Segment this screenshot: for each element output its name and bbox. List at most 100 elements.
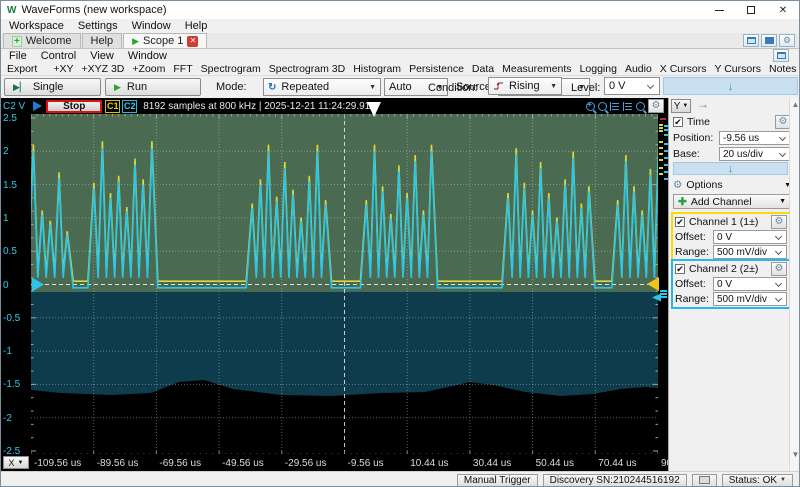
channel2-settings-button[interactable]: ⚙: [771, 262, 787, 276]
zoom-select-icon[interactable]: [598, 102, 607, 111]
undock-window-button[interactable]: [773, 49, 789, 62]
close-button[interactable]: ✕: [767, 1, 799, 19]
cascade-windows-button[interactable]: [743, 34, 759, 47]
channel1-range-input[interactable]: 500 mV/div: [713, 245, 787, 259]
plot-settings-button[interactable]: ⚙: [648, 99, 664, 113]
dropdown-caret-icon: ▼: [779, 198, 786, 205]
strip-mark-red: [660, 118, 666, 120]
scroll-down-icon[interactable]: ▼: [790, 450, 800, 459]
menu-item-help[interactable]: Help: [185, 20, 208, 32]
view-menu-item-notes[interactable]: Notes: [769, 63, 796, 75]
channel2-range-input[interactable]: 500 mV/div: [713, 292, 787, 306]
down-arrow-icon: ↓: [728, 164, 734, 174]
oscilloscope-plot[interactable]: [1, 114, 668, 456]
chevron-down-icon: [775, 279, 782, 286]
device-icon: [699, 476, 710, 484]
channel1-group: ✔ Channel 1 (1±) ⚙ Offset: 0 V Range: 50…: [671, 212, 791, 262]
y-axis-tick-label: 2: [3, 146, 9, 157]
x-axis-tick-label: -89.56 us: [97, 458, 139, 469]
range-value: 500 mV/div: [717, 294, 767, 305]
position-value: -9.56 us: [723, 133, 759, 144]
view-menu-item-x-cursors[interactable]: X Cursors: [660, 63, 707, 75]
device-button[interactable]: Discovery SN:210244516192: [543, 474, 687, 487]
scope-menu-item-view[interactable]: View: [90, 50, 114, 62]
view-menu-item-spectrogram-3d[interactable]: Spectrogram 3D: [269, 63, 345, 75]
base-label: Base:: [673, 148, 719, 160]
menu-item-workspace[interactable]: Workspace: [9, 20, 64, 32]
options-header[interactable]: ⚙ Options ▼: [673, 179, 791, 191]
tab-close-icon[interactable]: ✕: [187, 36, 198, 47]
panel-scrollbar[interactable]: ▲ ▼: [789, 98, 800, 471]
run-button[interactable]: ▶ Run: [105, 78, 201, 96]
y-axis-menu-button[interactable]: Y ▼: [671, 99, 691, 113]
view-menu-item-spectrogram[interactable]: Spectrogram: [201, 63, 261, 75]
level-input[interactable]: 0 V: [604, 77, 660, 95]
scope-menu-item-window[interactable]: Window: [128, 50, 167, 62]
view-menu-item-histogram[interactable]: Histogram: [353, 63, 401, 75]
tile-windows-button[interactable]: [761, 34, 777, 47]
channel2-offset-input[interactable]: 0 V: [713, 277, 787, 291]
channel1-offset-input[interactable]: 0 V: [713, 230, 787, 244]
maximize-icon: [747, 6, 755, 14]
channel1-badge[interactable]: C1: [105, 100, 120, 113]
view-menu-item--zoom[interactable]: +Zoom: [132, 63, 165, 75]
view-menu-item--xy[interactable]: +XY: [53, 63, 73, 75]
channel2-badge[interactable]: C2: [122, 100, 137, 113]
view-menu-item-export[interactable]: Export: [7, 63, 37, 75]
gear-icon: ⚙: [673, 179, 682, 191]
zoom-in-icon[interactable]: +: [586, 102, 595, 111]
time-position-strip[interactable]: ↓: [673, 162, 788, 175]
maximize-button[interactable]: [735, 1, 767, 19]
menu-item-window[interactable]: Window: [132, 20, 171, 32]
tab-help[interactable]: Help: [82, 33, 123, 48]
channel1-checkbox[interactable]: ✔: [675, 217, 685, 227]
add-channel-button[interactable]: ✚ Add Channel ▼: [673, 194, 791, 209]
scroll-up-icon[interactable]: ▲: [790, 100, 800, 109]
stop-button[interactable]: Stop: [46, 100, 102, 113]
scope-menu-item-control[interactable]: Control: [41, 50, 76, 62]
view-menu-item-measurements[interactable]: Measurements: [502, 63, 571, 75]
mode-select[interactable]: ↻ Repeated ▼: [263, 78, 381, 96]
view-menu-item-y-cursors[interactable]: Y Cursors: [714, 63, 761, 75]
condition-select[interactable]: Rising ▼: [488, 77, 562, 95]
x-axis-menu-button[interactable]: X ▼: [3, 456, 29, 469]
repeat-icon: ↻: [268, 82, 276, 93]
minimize-button[interactable]: [703, 1, 735, 19]
chevron-down-icon: [775, 294, 782, 301]
scope-menubar: File Control View Window: [1, 49, 799, 62]
channel2-checkbox[interactable]: ✔: [675, 264, 685, 274]
collapse-panel-arrow-icon[interactable]: →: [697, 99, 709, 109]
menu-item-settings[interactable]: Settings: [78, 20, 118, 32]
view-menu-item--xyz-3d[interactable]: +XYZ 3D: [82, 63, 125, 75]
fit-height-icon[interactable]: [610, 102, 620, 111]
workspace-settings-button[interactable]: ⚙: [779, 34, 795, 47]
trigger-position-marker[interactable]: [367, 102, 381, 117]
acquisition-info: 8192 samples at 800 kHz | 2025-12-21 11:…: [143, 101, 376, 112]
tab-welcome[interactable]: +Welcome: [3, 33, 81, 48]
position-input[interactable]: -9.56 us: [719, 131, 791, 145]
trigger-position-strip[interactable]: ↓: [663, 77, 798, 95]
view-menu-item-fft[interactable]: FFT: [173, 63, 192, 75]
window-title: WaveForms (new workspace): [21, 4, 166, 16]
device-display-button[interactable]: [692, 474, 717, 487]
time-checkbox[interactable]: ✔: [673, 117, 683, 127]
single-button[interactable]: ▶▏ Single: [4, 78, 101, 96]
manual-trigger-button[interactable]: Manual Trigger: [457, 474, 538, 487]
chevron-down-icon: [647, 81, 654, 88]
base-input[interactable]: 20 us/div: [719, 147, 791, 161]
view-menu-item-persistence[interactable]: Persistence: [409, 63, 464, 75]
scope-menu-item-file[interactable]: File: [9, 50, 27, 62]
view-menu-item-logging[interactable]: Logging: [580, 63, 617, 75]
channel1-settings-button[interactable]: ⚙: [771, 215, 787, 229]
view-menu-item-data[interactable]: Data: [472, 63, 494, 75]
x-axis-tick-label: 30.44 us: [473, 458, 511, 469]
status-button[interactable]: Status: OK▼: [722, 474, 793, 487]
fit-all-icon[interactable]: [623, 102, 633, 111]
dropdown-caret-icon: ▼: [369, 84, 376, 91]
zoom-out-icon[interactable]: [636, 102, 645, 111]
chevron-down-icon: [779, 133, 786, 140]
close-icon: ✕: [779, 5, 787, 16]
tab-scope-1[interactable]: ▶Scope 1✕: [123, 33, 207, 48]
view-menu-item-audio[interactable]: Audio: [625, 63, 652, 75]
add-channel-label: Add Channel: [691, 196, 752, 208]
